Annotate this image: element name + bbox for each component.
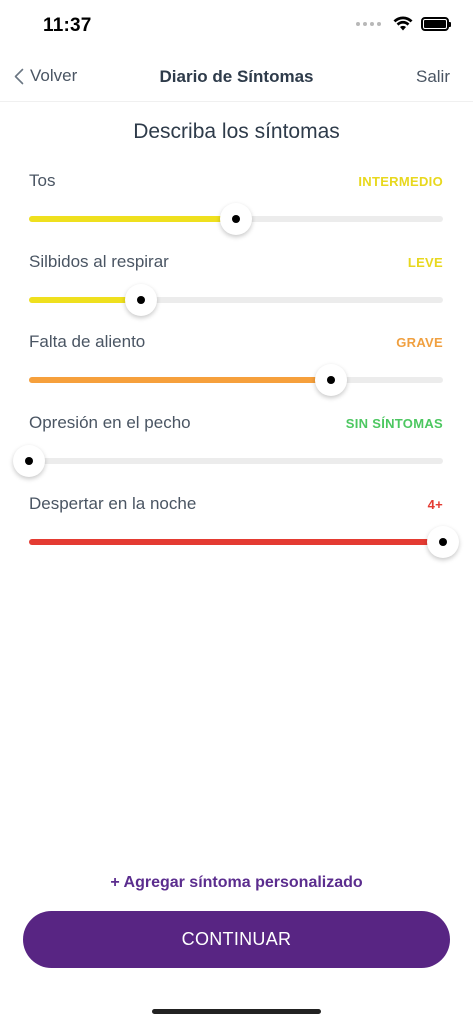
- signal-icon: [356, 21, 381, 26]
- symptom-slider[interactable]: [29, 203, 443, 235]
- symptom-level: GRAVE: [396, 335, 443, 350]
- slider-thumb[interactable]: [124, 284, 157, 316]
- symptom-row-breathlessness: Falta de aliento GRAVE: [29, 332, 443, 412]
- symptom-row-cough: Tos INTERMEDIO: [29, 171, 443, 251]
- symptom-slider[interactable]: [29, 526, 459, 558]
- symptom-slider[interactable]: [29, 284, 443, 316]
- symptom-level: INTERMEDIO: [358, 174, 443, 189]
- exit-button[interactable]: Salir: [416, 67, 450, 87]
- status-bar: 11:37: [0, 0, 473, 52]
- slider-thumb[interactable]: [427, 526, 459, 558]
- battery-icon: [421, 16, 451, 31]
- home-indicator: [152, 1009, 321, 1014]
- symptom-row-wheezing: Silbidos al respirar LEVE: [29, 252, 443, 332]
- symptom-level: 4+: [427, 497, 443, 512]
- slider-fill: [29, 539, 443, 545]
- symptom-label: Despertar en la noche: [29, 494, 197, 513]
- status-time: 11:37: [43, 15, 92, 36]
- slider-thumb[interactable]: [220, 203, 252, 235]
- symptom-label: Falta de aliento: [29, 332, 146, 351]
- status-icons: [356, 16, 451, 31]
- symptom-slider[interactable]: [13, 445, 443, 477]
- slider-thumb[interactable]: [315, 364, 348, 396]
- slider-fill: [29, 216, 236, 222]
- symptom-label: Silbidos al respirar: [29, 252, 169, 271]
- symptom-label: Opresión en el pecho: [29, 413, 191, 432]
- slider-thumb[interactable]: [13, 445, 45, 477]
- section-title: Describa los síntomas: [133, 120, 340, 143]
- symptom-row-night-waking: Despertar en la noche 4+: [29, 494, 459, 574]
- symptom-level: LEVE: [407, 255, 443, 270]
- symptom-slider[interactable]: [29, 364, 443, 396]
- page-title: Diario de Síntomas: [159, 67, 314, 86]
- slider-fill: [29, 377, 332, 383]
- symptom-row-chest-tightness: Opresión en el pecho SIN SÍNTOMAS: [13, 413, 443, 493]
- continue-button[interactable]: CONTINUAR: [23, 911, 450, 968]
- nav-bar: Volver Diario de Síntomas Salir: [0, 52, 473, 102]
- add-custom-symptom-link[interactable]: + Agregar síntoma personalizado: [0, 874, 473, 892]
- symptom-level: SIN SÍNTOMAS: [345, 416, 443, 431]
- symptom-label: Tos: [29, 171, 56, 190]
- wifi-icon: [393, 16, 413, 31]
